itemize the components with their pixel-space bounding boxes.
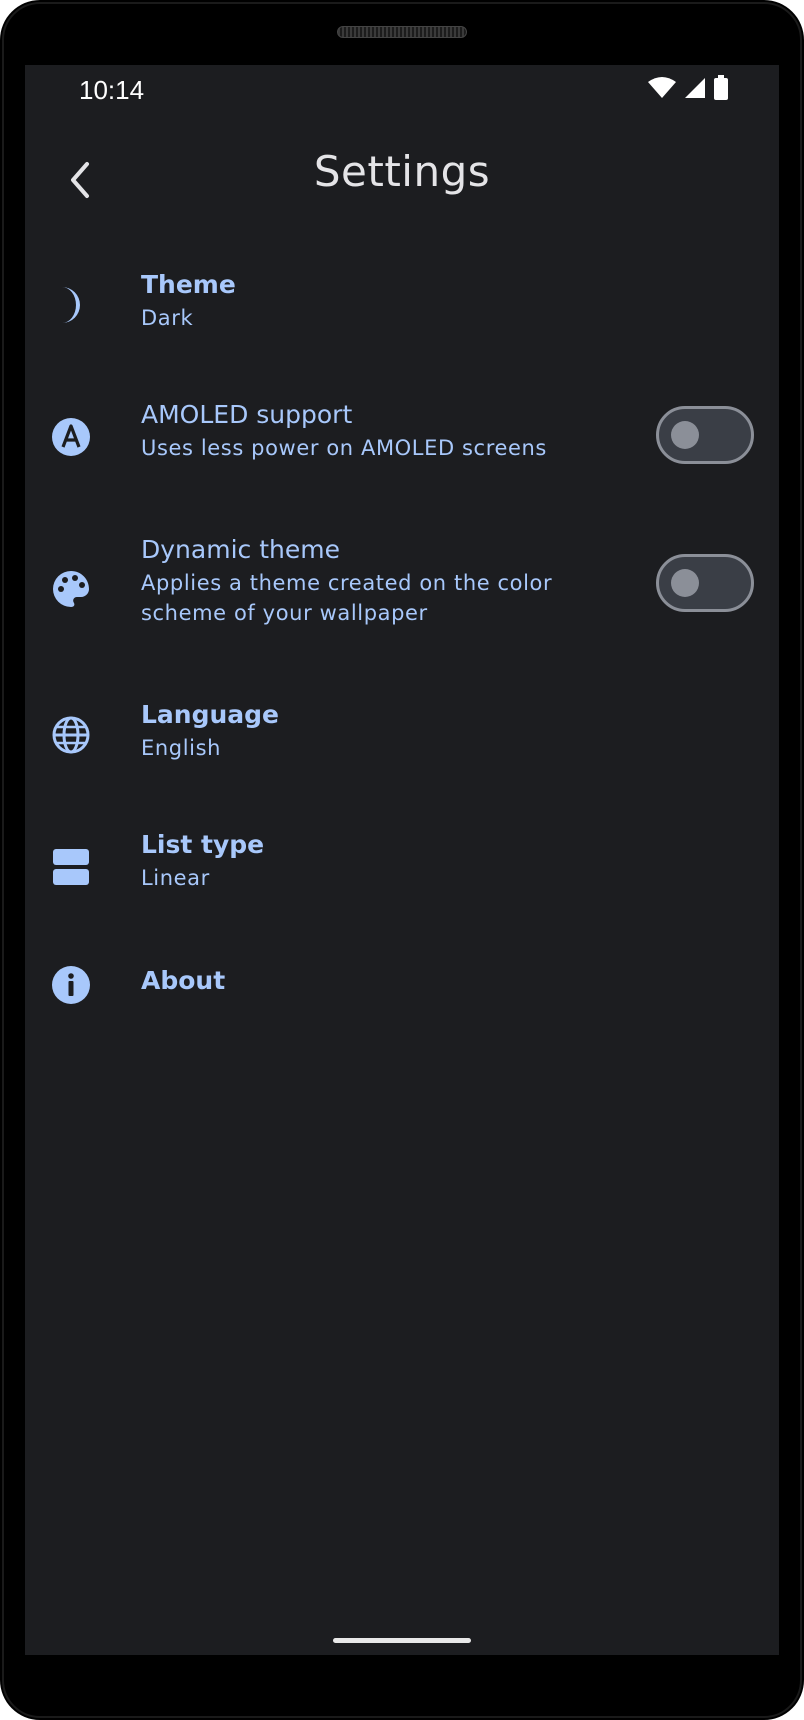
setting-text-dynamic-theme: Dynamic theme Applies a theme created on… — [141, 534, 639, 628]
status-time: 10:14 — [79, 75, 145, 105]
setting-item-language[interactable]: Language English — [25, 685, 779, 785]
setting-title: Language — [141, 700, 280, 729]
setting-subtitle: Linear — [141, 866, 210, 890]
top-app-bar: Settings — [25, 135, 779, 235]
gesture-nav-handle[interactable] — [333, 1638, 471, 1643]
amoled-toggle-switch[interactable] — [656, 406, 754, 464]
setting-text-language: Language English — [141, 699, 639, 763]
signal-icon — [683, 76, 707, 104]
battery-icon — [713, 75, 729, 105]
setting-subtitle: Uses less power on AMOLED screens — [141, 436, 547, 460]
status-icons — [647, 75, 729, 105]
dynamic-theme-toggle-switch[interactable] — [656, 554, 754, 612]
setting-title: AMOLED support — [141, 400, 353, 429]
setting-text-about: About — [141, 965, 639, 997]
setting-text-theme: Theme Dark — [141, 269, 639, 333]
wifi-icon — [647, 76, 677, 104]
earpiece-speaker — [337, 26, 467, 38]
status-bar: 10:14 — [25, 65, 779, 117]
view-agenda-icon — [49, 845, 93, 889]
setting-item-list-type[interactable]: List type Linear — [25, 815, 779, 915]
setting-subtitle-line1: Applies a theme created on the color — [141, 571, 553, 595]
setting-item-about[interactable]: About — [25, 945, 779, 1025]
toggle-knob — [671, 569, 699, 597]
moon-icon — [49, 283, 93, 327]
page-title: Settings — [313, 147, 491, 196]
setting-title: List type — [141, 830, 265, 859]
phone-frame: 10:14 Settings Theme Dark AMOLED support… — [0, 0, 804, 1720]
toggle-knob — [671, 421, 699, 449]
setting-text-list-type: List type Linear — [141, 829, 639, 893]
setting-item-amoled[interactable]: AMOLED support Uses less power on AMOLED… — [25, 385, 779, 495]
palette-icon — [49, 567, 93, 611]
setting-title: Dynamic theme — [141, 535, 340, 564]
globe-icon — [49, 713, 93, 757]
info-icon — [49, 963, 93, 1007]
setting-item-dynamic-theme[interactable]: Dynamic theme Applies a theme created on… — [25, 520, 779, 670]
setting-subtitle: Dark — [141, 306, 194, 330]
setting-subtitle-line2: scheme of your wallpaper — [141, 601, 428, 625]
setting-title: Theme — [141, 270, 236, 299]
setting-title: About — [141, 966, 226, 995]
setting-item-theme[interactable]: Theme Dark — [25, 255, 779, 355]
letter-a-icon — [49, 415, 93, 459]
setting-subtitle: English — [141, 736, 222, 760]
screen: 10:14 Settings Theme Dark AMOLED support… — [25, 65, 779, 1655]
setting-text-amoled: AMOLED support Uses less power on AMOLED… — [141, 399, 639, 463]
